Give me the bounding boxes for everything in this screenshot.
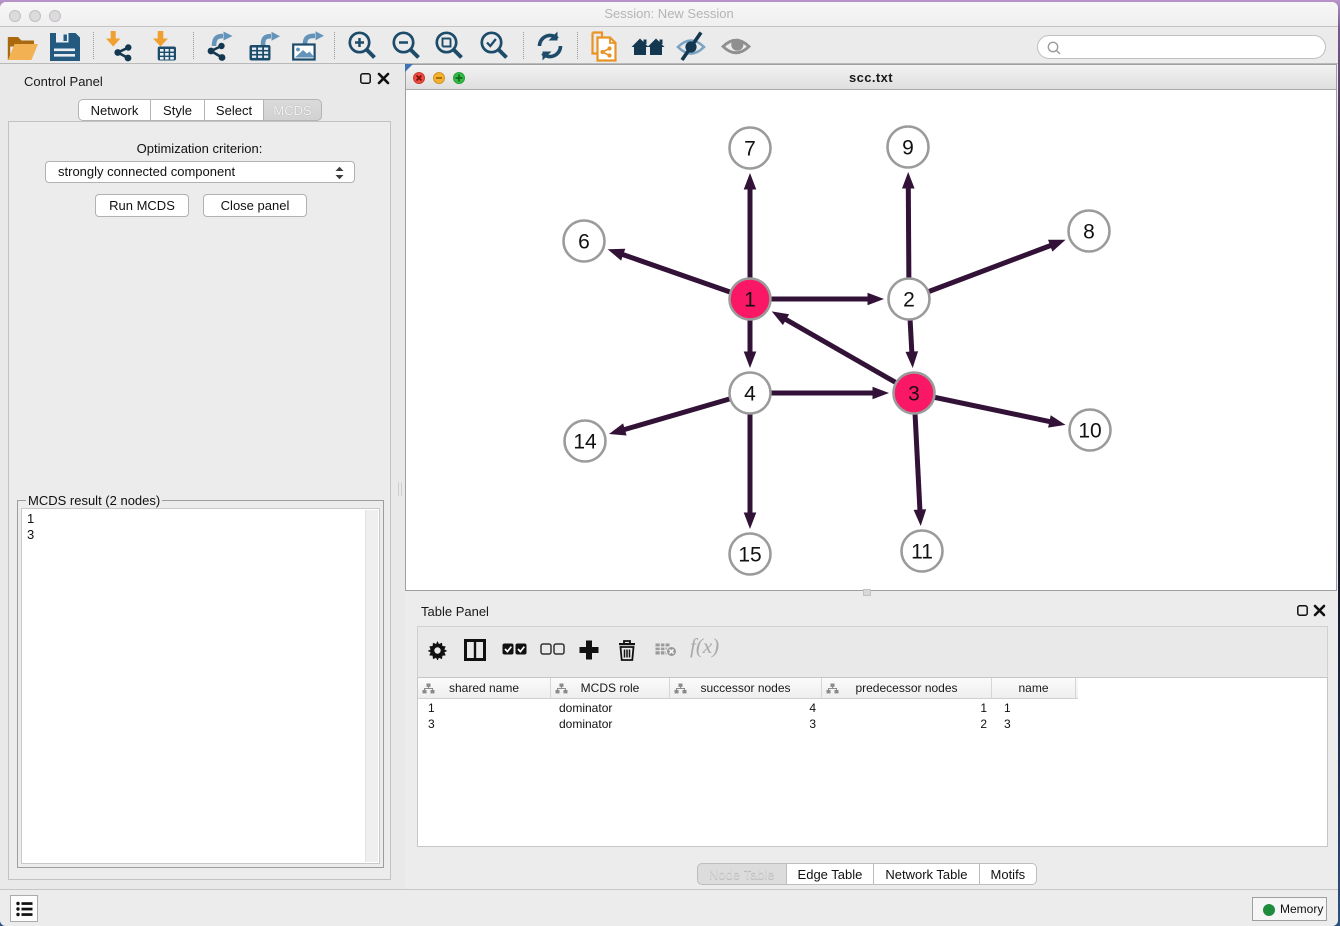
svg-text:4: 4 xyxy=(744,383,756,406)
svg-text:14: 14 xyxy=(573,431,597,454)
svg-text:11: 11 xyxy=(911,541,933,564)
svg-text:2: 2 xyxy=(903,289,915,312)
svg-text:10: 10 xyxy=(1078,420,1101,443)
svg-text:9: 9 xyxy=(902,137,914,160)
svg-text:15: 15 xyxy=(738,544,761,567)
svg-text:8: 8 xyxy=(1083,221,1095,244)
svg-text:7: 7 xyxy=(744,138,756,161)
svg-text:1: 1 xyxy=(744,289,756,312)
svg-text:3: 3 xyxy=(908,383,920,406)
svg-text:6: 6 xyxy=(578,231,590,254)
